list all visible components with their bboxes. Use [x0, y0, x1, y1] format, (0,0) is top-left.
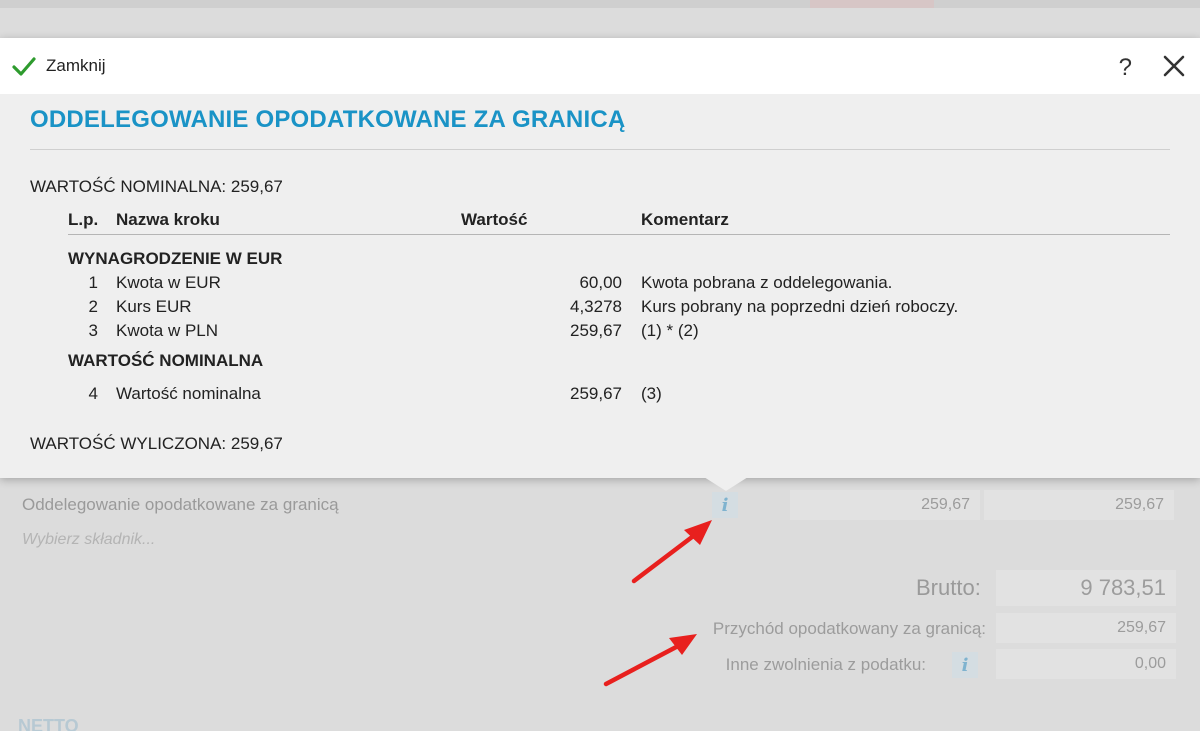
row-name: Kwota w EUR [116, 273, 221, 292]
details-popup: Zamknij ? ODDELEGOWANIE OPODATKOWANE ZA … [0, 38, 1200, 478]
row-lp: 3 [88, 321, 98, 340]
popup-pointer [704, 477, 748, 491]
row-comment: (1) * (2) [641, 321, 699, 340]
popup-title: ODDELEGOWANIE OPODATKOWANE ZA GRANICĄ [30, 106, 626, 133]
title-divider [30, 149, 1170, 150]
foreign-income-value: 259,67 [996, 613, 1176, 643]
select-component-input[interactable]: Wybierz składnik... [22, 525, 155, 555]
component-row-name[interactable]: Oddelegowanie opodatkowane za granicą [22, 490, 660, 520]
info-icon[interactable]: i [952, 652, 978, 678]
check-icon[interactable] [12, 54, 36, 78]
table-row: 4 Wartość nominalna 259,67 (3) [68, 382, 1170, 406]
row-comment: Kurs pobrany na poprzedni dzień roboczy. [641, 297, 959, 316]
table-row: 1 Kwota w EUR 60,00 Kwota pobrana z odde… [68, 271, 1170, 295]
other-exemptions-value: 0,00 [996, 649, 1176, 679]
header-value: Wartość [461, 210, 528, 229]
popup-header: Zamknij ? [0, 38, 1200, 94]
background-top-bar [0, 0, 1200, 8]
help-icon[interactable]: ? [1119, 54, 1132, 82]
section-title: WYNAGRODZENIE W EUR [68, 249, 283, 268]
row-value: 259,67 [570, 321, 622, 340]
row-lp: 4 [88, 384, 98, 403]
background-top-accent [810, 0, 934, 8]
section-title: WARTOŚĆ NOMINALNA [68, 351, 264, 370]
row-comment: (3) [641, 384, 662, 403]
row-comment: Kwota pobrana z oddelegowania. [641, 273, 893, 292]
component-row-value-1: 259,67 [790, 490, 980, 520]
nominal-summary: WARTOŚĆ NOMINALNA: 259,67 [30, 177, 283, 196]
netto-heading: NETTO [18, 716, 79, 731]
row-name: Wartość nominalna [116, 384, 261, 403]
table-row: 3 Kwota w PLN 259,67 (1) * (2) [68, 319, 1170, 343]
row-value: 259,67 [570, 384, 622, 403]
calculation-table: L.p. Nazwa kroku Wartość Komentarz WYNAG… [68, 205, 1170, 406]
row-name: Kwota w PLN [116, 321, 219, 340]
row-lp: 1 [88, 273, 98, 292]
close-button[interactable]: Zamknij [46, 56, 106, 76]
close-icon[interactable] [1162, 54, 1186, 78]
brutto-value: 9 783,51 [996, 570, 1176, 606]
row-value: 60,00 [579, 273, 622, 292]
header-comment: Komentarz [641, 210, 729, 229]
popup-body: ODDELEGOWANIE OPODATKOWANE ZA GRANICĄ WA… [0, 106, 1200, 454]
foreign-income-label: Przychód opodatkowany za granicą: [712, 619, 986, 638]
table-header: L.p. Nazwa kroku Wartość Komentarz [68, 205, 1170, 235]
computed-summary: WARTOŚĆ WYLICZONA: 259,67 [30, 434, 283, 453]
brutto-label: Brutto: [916, 575, 981, 600]
other-exemptions-label: Inne zwolnienia z podatku: [725, 655, 926, 674]
row-name: Kurs EUR [116, 297, 192, 316]
info-icon[interactable]: i [712, 492, 738, 518]
table-row: 2 Kurs EUR 4,3278 Kurs pobrany na poprze… [68, 295, 1170, 319]
header-name: Nazwa kroku [116, 210, 220, 229]
component-row-value-2: 259,67 [984, 490, 1174, 520]
row-lp: 2 [88, 297, 98, 316]
header-lp: L.p. [68, 210, 99, 229]
row-value: 4,3278 [570, 297, 622, 316]
